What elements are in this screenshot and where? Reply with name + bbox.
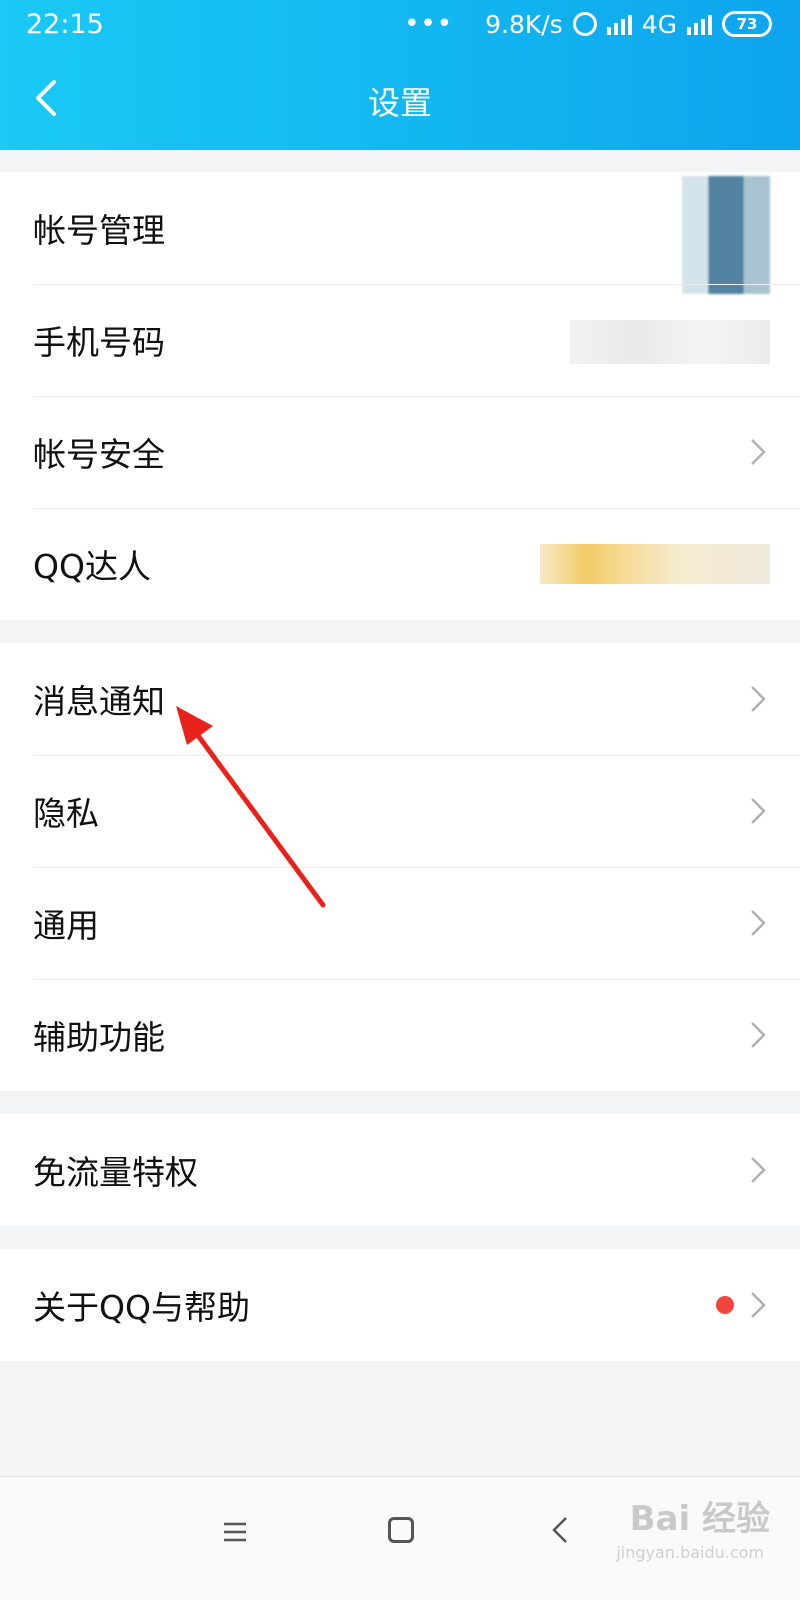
baidu-watermark: Bai 经验 [629,1499,770,1539]
blurred-phone [570,320,770,364]
blurred-badge [540,544,770,584]
settings-item-privacy[interactable]: 隐私 [0,755,800,867]
settings-group-data: 免流量特权 [0,1114,800,1226]
baidu-watermark-url: jingyan.baidu.com [616,1543,764,1562]
page-title: 设置 [367,84,432,122]
settings-item-accessibility[interactable]: 辅助功能 [0,979,800,1091]
header: 22:15 ••• 9.8K/s 4G 73 设置 [0,0,800,150]
settings-item-account-security[interactable]: 帐号安全 [0,396,800,508]
alarm-icon [572,12,597,36]
chevron-right-icon [751,1292,766,1318]
battery-icon: 73 [722,11,772,37]
blurred-avatar [682,176,770,294]
network-speed: 9.8K/s [485,9,563,39]
signal-icon-2 [687,13,712,35]
settings-item-general[interactable]: 通用 [0,867,800,979]
chevron-right-icon [751,439,766,465]
back-icon[interactable] [550,1515,570,1545]
home-icon[interactable] [388,1517,414,1543]
settings-group-account: 帐号管理 手机号码 帐号安全 QQ达人 [0,172,800,620]
settings-item-label: 帐号管理 [33,211,165,250]
settings-group-general: 消息通知 隐私 通用 辅助功能 [0,643,800,1091]
more-dots-icon: ••• [404,9,454,39]
settings-item-label: QQ达人 [33,547,151,586]
settings-item-notifications[interactable]: 消息通知 [0,643,800,755]
settings-item-label: 帐号安全 [33,435,165,474]
settings-item-label: 隐私 [33,794,99,833]
red-dot-badge [716,1296,734,1314]
settings-item-label: 免流量特权 [33,1153,198,1192]
chevron-right-icon [751,686,766,712]
system-nav-bar: Bai 经验 jingyan.baidu.com [0,1476,800,1600]
menu-icon[interactable] [222,1521,248,1543]
settings-item-label: 通用 [33,906,99,945]
status-time: 22:15 [26,9,104,40]
settings-item-label: 手机号码 [33,323,165,362]
network-type: 4G [641,9,677,39]
settings-item-phone-number[interactable]: 手机号码 [0,284,800,396]
chevron-right-icon [751,910,766,936]
settings-item-about-help[interactable]: 关于QQ与帮助 [0,1249,800,1361]
settings-item-label: 消息通知 [33,682,165,721]
status-bar: 22:15 ••• 9.8K/s 4G 73 [0,0,800,52]
settings-group-about: 关于QQ与帮助 [0,1249,800,1361]
settings-item-free-data[interactable]: 免流量特权 [0,1114,800,1226]
settings-item-qq-expert[interactable]: QQ达人 [0,508,800,620]
signal-icon [606,13,632,35]
chevron-right-icon [751,1157,766,1183]
chevron-right-icon [751,1022,766,1048]
status-icons: ••• 9.8K/s 4G 73 [404,9,772,39]
settings-item-account-management[interactable]: 帐号管理 [0,172,800,294]
settings-item-label: 辅助功能 [33,1018,165,1057]
chevron-right-icon [751,798,766,824]
settings-item-label: 关于QQ与帮助 [33,1288,250,1327]
